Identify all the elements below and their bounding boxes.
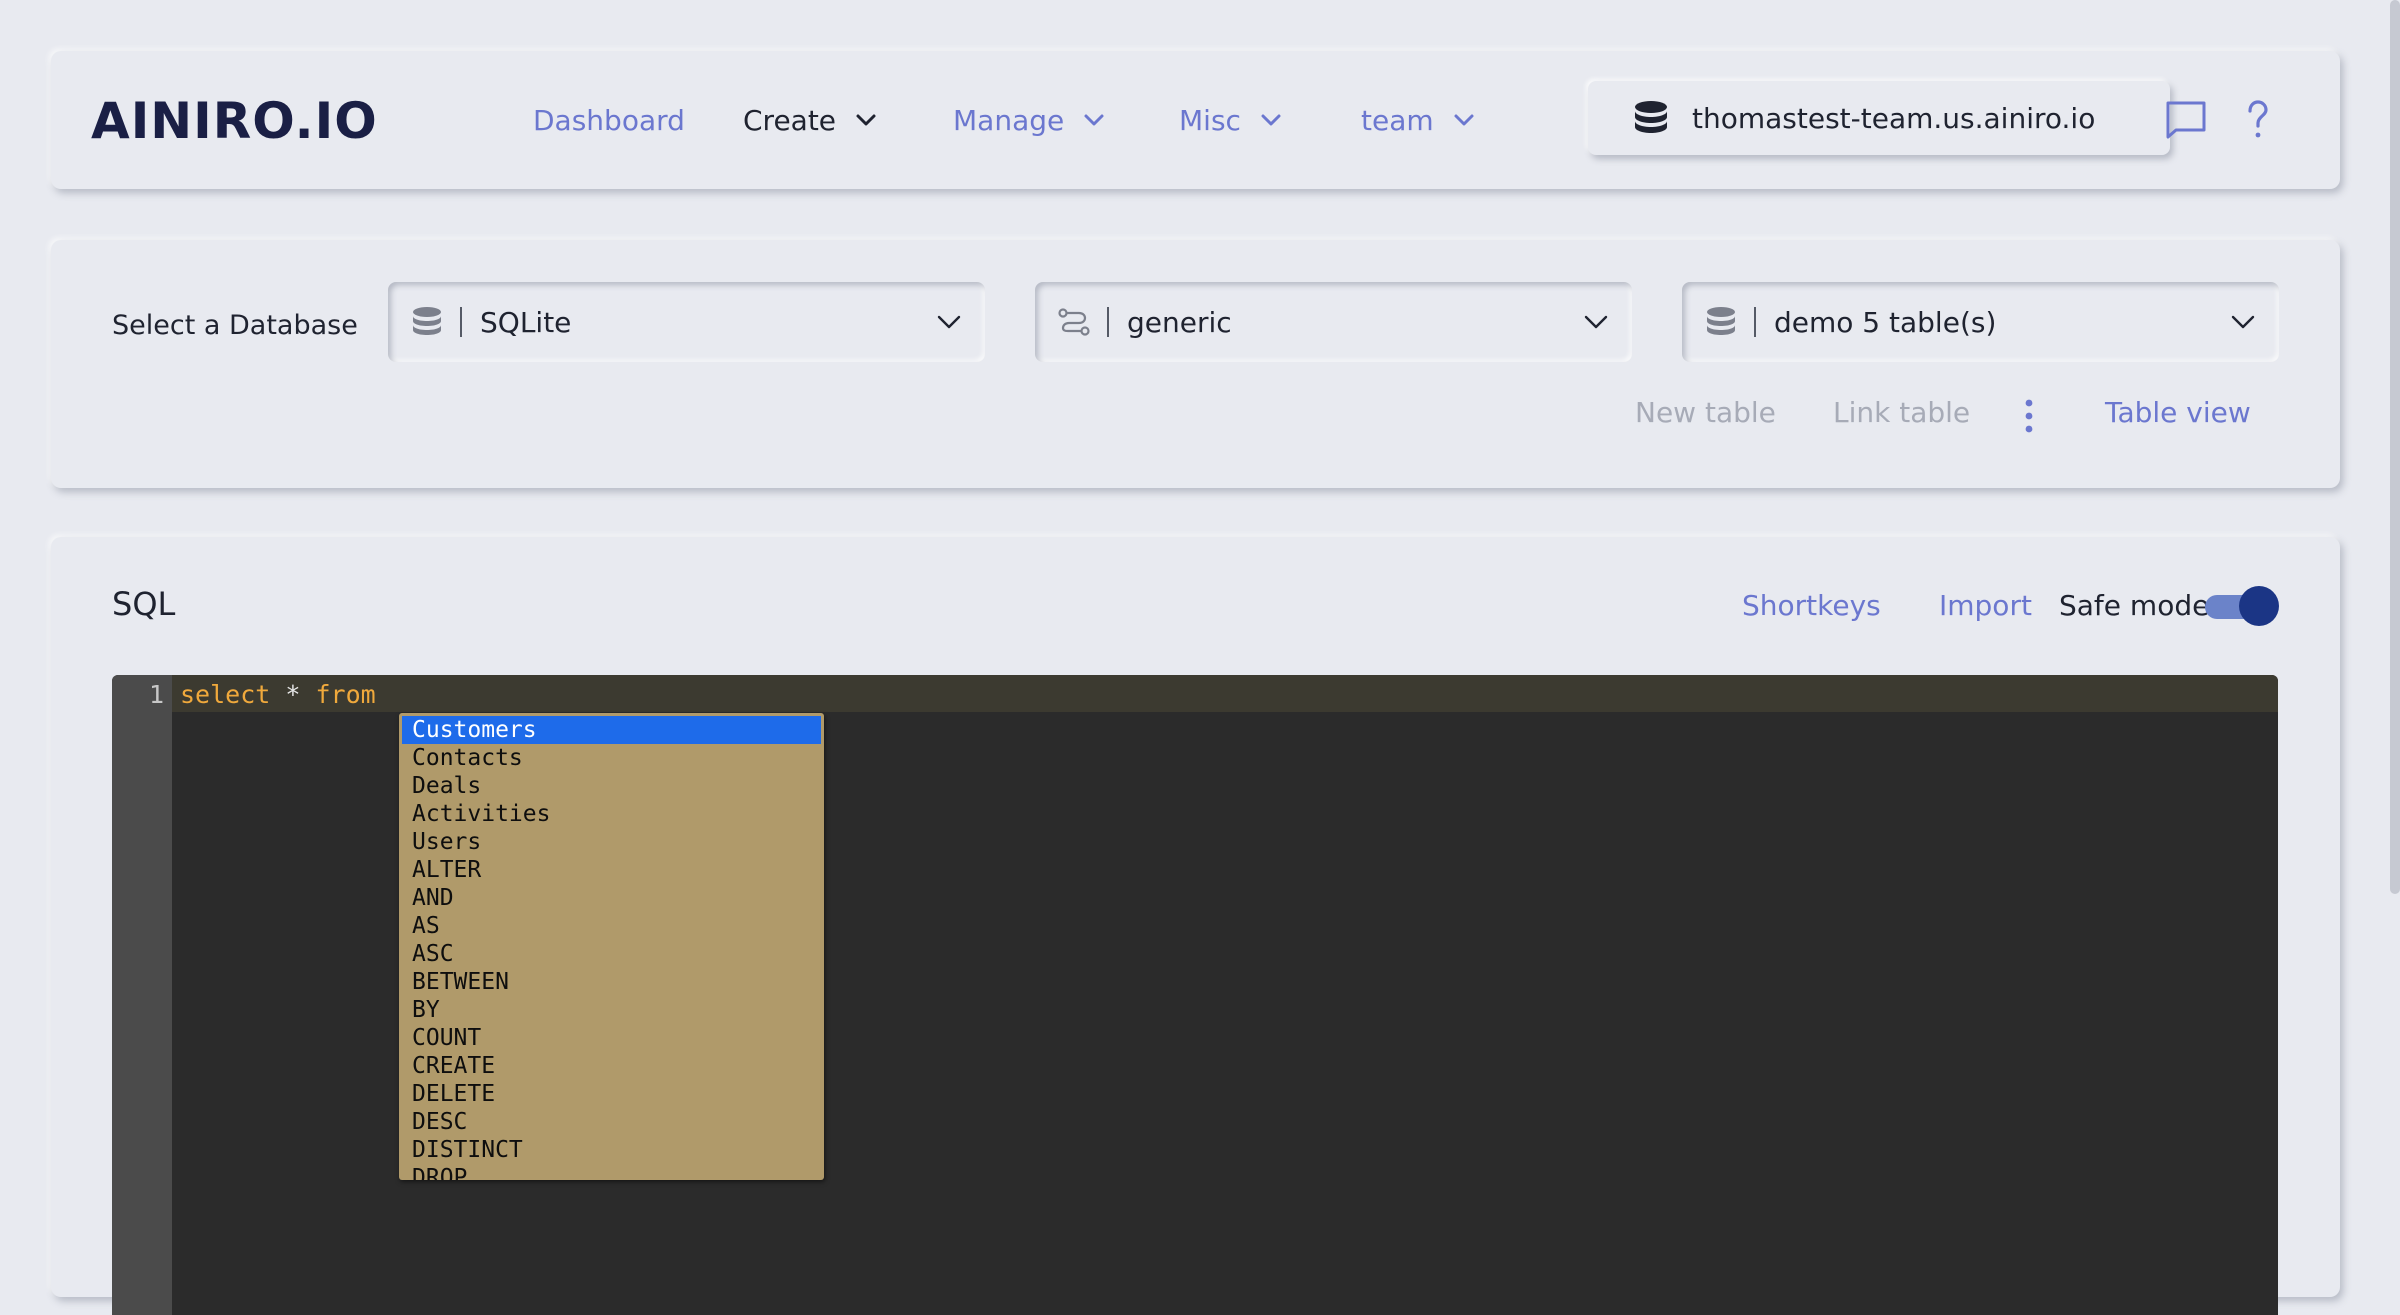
top-navigation-bar: AINIRO.IO Dashboard Create Manage Misc t…: [51, 51, 2340, 189]
logo[interactable]: AINIRO.IO: [91, 95, 441, 147]
shortkeys-button[interactable]: Shortkeys: [1742, 589, 1881, 622]
autocomplete-item[interactable]: Contacts: [402, 744, 821, 772]
sql-title: SQL: [112, 585, 175, 623]
safe-mode-toggle[interactable]: [2205, 586, 2279, 626]
autocomplete-item[interactable]: BY: [402, 996, 821, 1024]
autocomplete-item[interactable]: ALTER: [402, 856, 821, 884]
help-icon[interactable]: [2235, 97, 2281, 143]
database-icon: [1704, 305, 1738, 339]
autocomplete-item[interactable]: AS: [402, 912, 821, 940]
new-table-button[interactable]: New table: [1635, 396, 1776, 429]
toggle-knob: [2239, 586, 2279, 626]
nav-misc[interactable]: Misc: [1179, 51, 1283, 189]
code-token-keyword: select: [180, 680, 270, 709]
safe-mode-label: Safe mode: [2059, 589, 2209, 622]
editor-gutter: [112, 675, 172, 1315]
page-scrollbar-thumb[interactable]: [2390, 0, 2400, 894]
database-type-value: SQLite: [480, 306, 571, 339]
autocomplete-list[interactable]: Customers Contacts Deals Activities User…: [399, 713, 824, 1180]
nav-misc-label: Misc: [1179, 104, 1241, 137]
autocomplete-item[interactable]: DELETE: [402, 1080, 821, 1108]
link-table-button[interactable]: Link table: [1833, 396, 1970, 429]
active-line-highlight: [172, 675, 2278, 712]
chevron-down-icon: [1582, 308, 1610, 336]
database-icon: [1632, 99, 1670, 137]
nav-manage-label: Manage: [953, 104, 1064, 137]
autocomplete-item[interactable]: DROP: [402, 1164, 821, 1180]
autocomplete-item[interactable]: Activities: [402, 800, 821, 828]
sql-panel: SQL Shortkeys Import Safe mode 1 select …: [51, 537, 2340, 1297]
database-selector-panel: Select a Database SQLite generic: [51, 240, 2340, 488]
chevron-down-icon: [2229, 308, 2257, 336]
autocomplete-item[interactable]: Deals: [402, 772, 821, 800]
dropdown-separator: [1754, 307, 1756, 337]
nav-team-label: team: [1361, 104, 1434, 137]
autocomplete-item[interactable]: CREATE: [402, 1052, 821, 1080]
select-database-label: Select a Database: [112, 310, 358, 341]
autocomplete-item[interactable]: AND: [402, 884, 821, 912]
connection-string-value: generic: [1127, 306, 1232, 339]
cloudlet-domain-text: thomastest-team.us.ainiro.io: [1692, 102, 2095, 135]
database-name-value: demo 5 table(s): [1774, 306, 1996, 339]
autocomplete-item[interactable]: DESC: [402, 1108, 821, 1136]
chevron-down-icon: [935, 308, 963, 336]
autocomplete-item[interactable]: ASC: [402, 940, 821, 968]
autocomplete-item[interactable]: BETWEEN: [402, 968, 821, 996]
autocomplete-item[interactable]: COUNT: [402, 1024, 821, 1052]
import-button[interactable]: Import: [1939, 589, 2032, 622]
autocomplete-item[interactable]: Users: [402, 828, 821, 856]
chevron-down-icon: [1452, 108, 1476, 132]
chevron-down-icon: [854, 108, 878, 132]
database-icon: [410, 305, 444, 339]
code-token-operator: *: [270, 680, 315, 709]
code-line[interactable]: select * from: [180, 680, 376, 709]
nav-manage[interactable]: Manage: [953, 51, 1106, 189]
connection-string-select[interactable]: generic: [1035, 282, 1632, 362]
database-name-select[interactable]: demo 5 table(s): [1682, 282, 2279, 362]
chevron-down-icon: [1259, 108, 1283, 132]
dropdown-separator: [460, 307, 462, 337]
table-view-button[interactable]: Table view: [2105, 396, 2251, 429]
dropdown-separator: [1107, 307, 1109, 337]
nav-create-label: Create: [743, 104, 836, 137]
chevron-down-icon: [1082, 108, 1106, 132]
autocomplete-item[interactable]: DISTINCT: [402, 1136, 821, 1164]
nav-create[interactable]: Create: [743, 51, 878, 189]
nav-dashboard[interactable]: Dashboard: [533, 51, 685, 189]
code-token-keyword: from: [315, 680, 375, 709]
connection-icon: [1057, 305, 1091, 339]
nav-team[interactable]: team: [1361, 51, 1476, 189]
line-number: 1: [112, 680, 164, 709]
more-options-icon[interactable]: [2023, 398, 2035, 434]
logo-text: AINIRO.IO: [91, 92, 378, 150]
nav-dashboard-label: Dashboard: [533, 104, 685, 137]
chat-icon[interactable]: [2163, 97, 2209, 143]
database-type-select[interactable]: SQLite: [388, 282, 985, 362]
autocomplete-item[interactable]: Customers: [402, 716, 821, 744]
cloudlet-domain-button[interactable]: thomastest-team.us.ainiro.io: [1588, 81, 2170, 155]
